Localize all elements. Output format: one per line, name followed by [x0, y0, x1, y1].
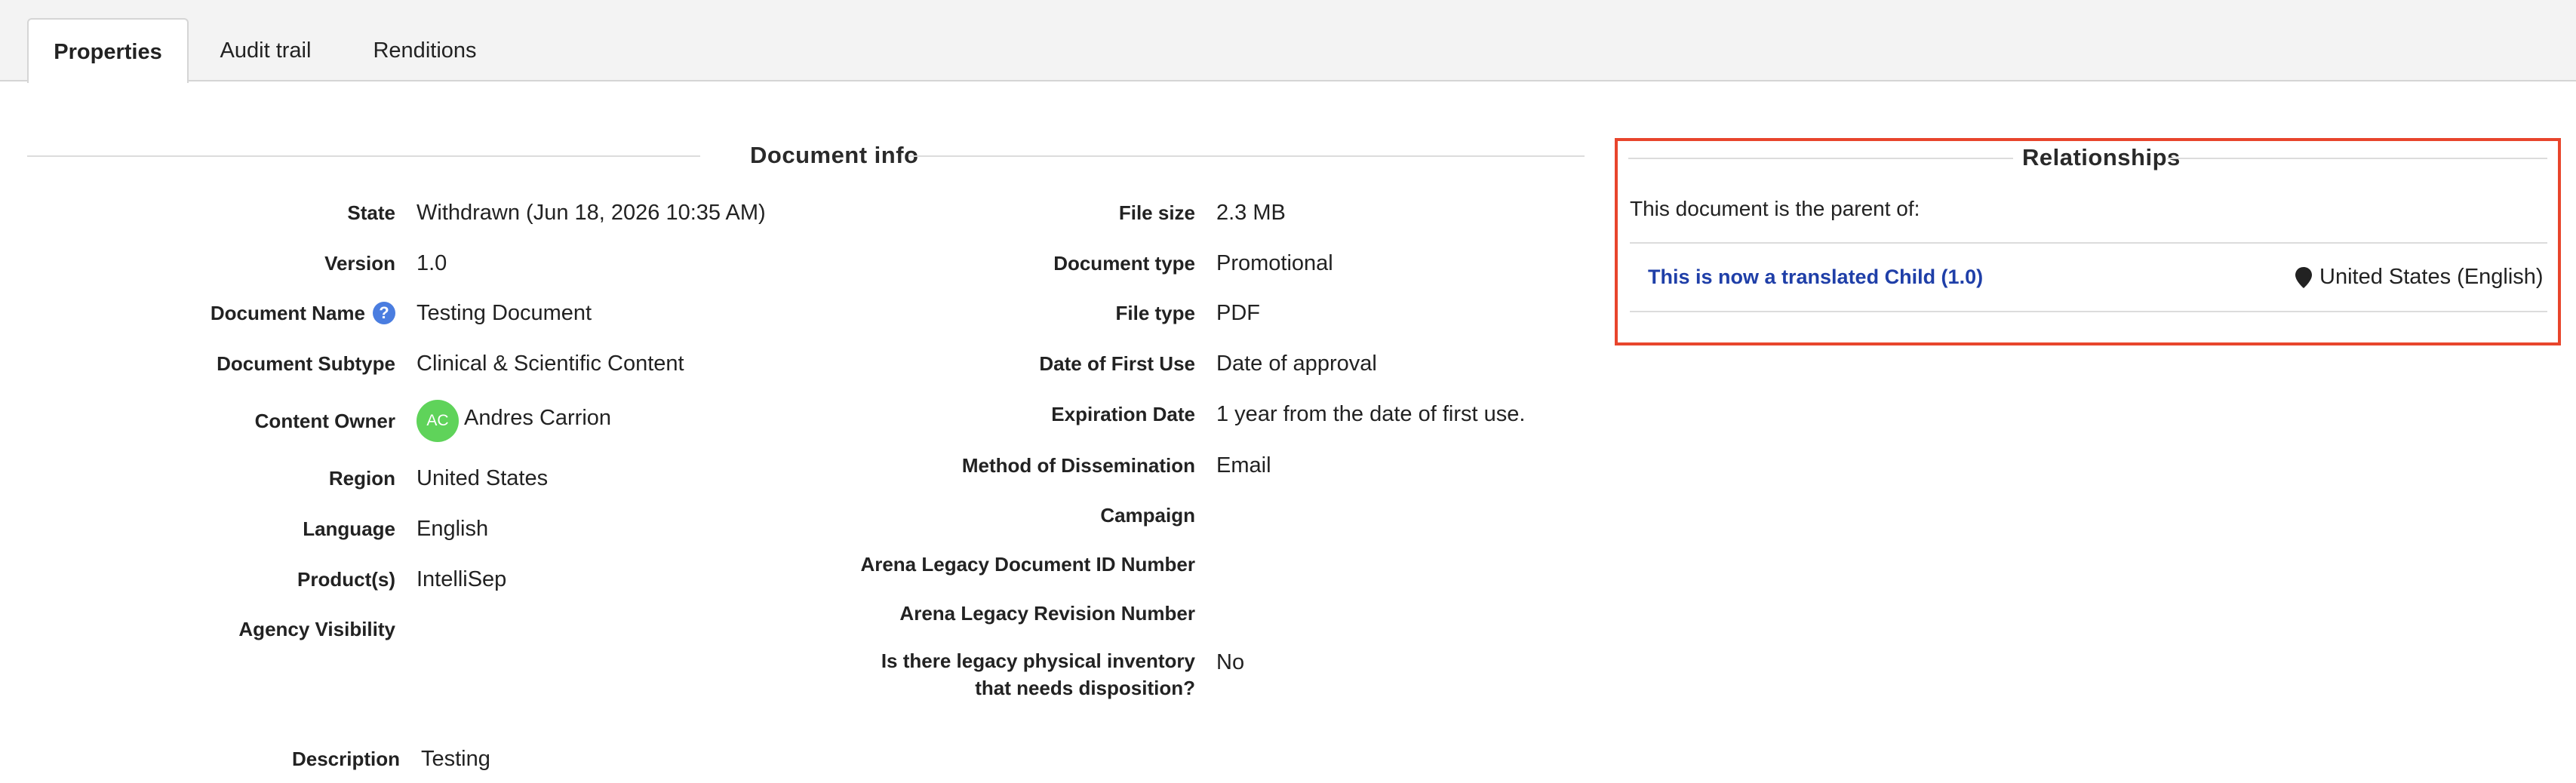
file-type-label: File type	[1115, 302, 1195, 324]
tab-renditions[interactable]: Renditions	[355, 18, 495, 83]
version-label: Version	[324, 252, 395, 275]
version-value: 1.0	[417, 251, 447, 275]
region-value: United States	[417, 466, 549, 490]
file-type-value: PDF	[1216, 301, 1260, 325]
location-pin-icon	[2294, 266, 2313, 289]
file-size-label: File size	[1118, 201, 1195, 224]
document-type-value: Promotional	[1216, 251, 1333, 275]
products-label: Product(s)	[297, 568, 395, 591]
relationships-intro: This document is the parent of:	[1630, 197, 1920, 220]
relationship-item-link[interactable]: This is now a translated Child (1.0)	[1648, 263, 1983, 290]
tab-properties[interactable]: Properties	[27, 18, 189, 83]
document-info-heading: Document info	[27, 140, 1585, 170]
region-label: Region	[328, 467, 395, 490]
heading-rule-right	[908, 155, 1585, 157]
expiration-date-label: Expiration Date	[1051, 403, 1195, 425]
document-name-label: Document Name?	[45, 299, 395, 327]
help-icon[interactable]: ?	[373, 302, 395, 324]
products-value: IntelliSep	[417, 567, 507, 591]
document-name-label-text: Document Name	[210, 302, 365, 324]
document-subtype-label: Document Subtype	[217, 352, 395, 375]
expiration-date-value: 1 year from the date of first use.	[1216, 402, 1526, 426]
heading-rule-right	[2167, 158, 2547, 159]
legacy-inventory-label: Is there legacy physical inventory that …	[881, 649, 1195, 699]
language-label: Language	[303, 517, 395, 540]
content-owner-value: Andres Carrion	[464, 406, 612, 430]
relationships-panel: Relationships This document is the paren…	[1615, 138, 2561, 345]
avatar: AC	[417, 400, 459, 442]
description-label: Description	[291, 748, 400, 770]
file-size-value: 2.3 MB	[1216, 201, 1286, 225]
relationships-title: Relationships	[2022, 144, 2181, 170]
tab-bar: Properties Audit trail Renditions	[0, 0, 2576, 83]
divider	[1630, 242, 2547, 244]
description-value: Testing	[421, 747, 490, 771]
legacy-document-id-label: Arena Legacy Document ID Number	[860, 553, 1195, 576]
content-owner-label: Content Owner	[254, 410, 395, 432]
state-value: Withdrawn (Jun 18, 2026 10:35 AM)	[417, 201, 766, 225]
document-info-title: Document info	[750, 142, 919, 168]
method-of-dissemination-value: Email	[1216, 453, 1271, 477]
language-value: English	[417, 517, 489, 541]
heading-rule-left	[27, 155, 700, 157]
agency-visibility-label: Agency Visibility	[238, 618, 395, 640]
state-label: State	[347, 201, 395, 224]
heading-rule-left	[1628, 158, 2013, 159]
date-of-first-use-label: Date of First Use	[1039, 352, 1195, 375]
legacy-revision-number-label: Arena Legacy Revision Number	[899, 602, 1195, 625]
relationships-heading: Relationships	[1628, 143, 2547, 173]
tab-audit-trail[interactable]: Audit trail	[198, 18, 334, 83]
document-type-label: Document type	[1053, 252, 1195, 275]
campaign-label: Campaign	[1100, 504, 1195, 527]
document-name-value: Testing Document	[417, 301, 592, 325]
method-of-dissemination-label: Method of Dissemination	[961, 454, 1195, 477]
divider	[1630, 311, 2547, 312]
date-of-first-use-value: Date of approval	[1216, 352, 1377, 376]
legacy-inventory-value: No	[1216, 650, 1245, 674]
document-subtype-value: Clinical & Scientific Content	[417, 352, 684, 376]
relationship-item-locale: United States (English)	[2319, 265, 2544, 289]
